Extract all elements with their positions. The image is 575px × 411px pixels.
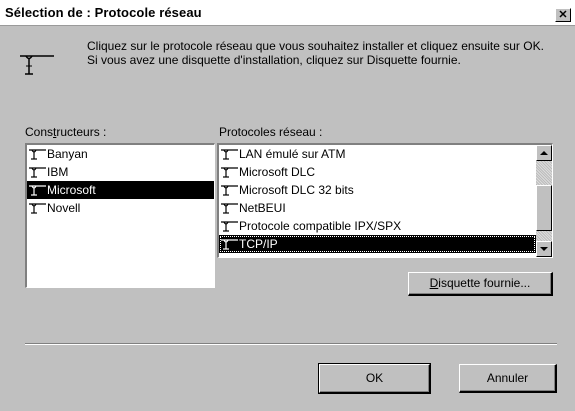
network-protocol-icon <box>20 55 54 75</box>
network-cable-icon <box>221 239 238 250</box>
protocol-selection-dialog: Sélection de : Protocole réseau ✕ Clique… <box>0 0 575 411</box>
protocol-item-label: NetBEUI <box>239 201 286 215</box>
network-cable-icon <box>221 167 238 178</box>
network-cable-icon <box>221 149 238 160</box>
network-cable-icon <box>29 149 46 160</box>
title-bar[interactable]: Sélection de : Protocole réseau ✕ <box>0 0 575 26</box>
protocol-item-label: TCP/IP <box>239 237 278 251</box>
arrow-down-icon <box>540 247 548 251</box>
protocol-item-label: LAN émulé sur ATM <box>239 147 346 161</box>
scroll-down-button[interactable] <box>536 241 552 257</box>
instructions-text: Cliquez sur le protocole réseau que vous… <box>87 39 544 67</box>
manufacturer-list-item[interactable]: Banyan <box>27 145 214 163</box>
manufacturers-label: Constructeurs : <box>25 125 107 139</box>
manufacturer-item-label: IBM <box>47 165 69 179</box>
separator <box>25 343 557 345</box>
network-cable-icon <box>221 221 238 232</box>
protocols-scrollbar[interactable] <box>536 145 552 257</box>
protocol-list-item[interactable]: Microsoft DLC <box>219 163 536 181</box>
protocol-item-label: Microsoft DLC 32 bits <box>239 183 354 197</box>
network-cable-icon <box>29 167 46 178</box>
manufacturer-item-label: Novell <box>47 201 81 215</box>
scroll-up-button[interactable] <box>536 145 552 161</box>
protocols-list[interactable]: LAN émulé sur ATM Microsoft DLC Microsoft … <box>217 143 553 258</box>
cancel-button[interactable]: Annuler <box>459 364 557 393</box>
protocol-list-item[interactable]: NetBEUI <box>219 199 536 217</box>
manufacturers-list[interactable]: Banyan IBM Microsoft Novell <box>25 143 215 288</box>
protocol-list-item[interactable]: Protocole compatible IPX/SPX <box>219 217 536 235</box>
protocol-item-label: Microsoft DLC <box>239 165 316 179</box>
manufacturer-item-label: Microsoft <box>47 183 96 197</box>
scroll-thumb[interactable] <box>536 185 552 231</box>
arrow-up-icon <box>540 151 548 155</box>
manufacturer-item-label: Banyan <box>47 147 88 161</box>
protocol-list-item[interactable]: LAN émulé sur ATM <box>219 145 536 163</box>
have-disk-button[interactable]: Disquette fournie... <box>408 272 553 296</box>
network-cable-icon <box>221 185 238 196</box>
close-icon: ✕ <box>558 9 568 21</box>
ok-button[interactable]: OK <box>319 364 430 393</box>
network-cable-icon <box>29 185 46 196</box>
protocols-label: Protocoles réseau : <box>219 125 323 139</box>
window-title: Sélection de : Protocole réseau <box>5 5 202 20</box>
manufacturer-list-item[interactable]: Novell <box>27 199 214 217</box>
close-button[interactable]: ✕ <box>555 8 571 22</box>
protocol-item-label: Protocole compatible IPX/SPX <box>239 219 402 233</box>
protocol-list-item[interactable]: TCP/IP <box>219 235 536 253</box>
manufacturer-list-item[interactable]: IBM <box>27 163 214 181</box>
protocol-list-item[interactable]: Microsoft DLC 32 bits <box>219 181 536 199</box>
network-cable-icon <box>29 203 46 214</box>
network-cable-icon <box>221 203 238 214</box>
manufacturer-list-item[interactable]: Microsoft <box>27 181 214 199</box>
